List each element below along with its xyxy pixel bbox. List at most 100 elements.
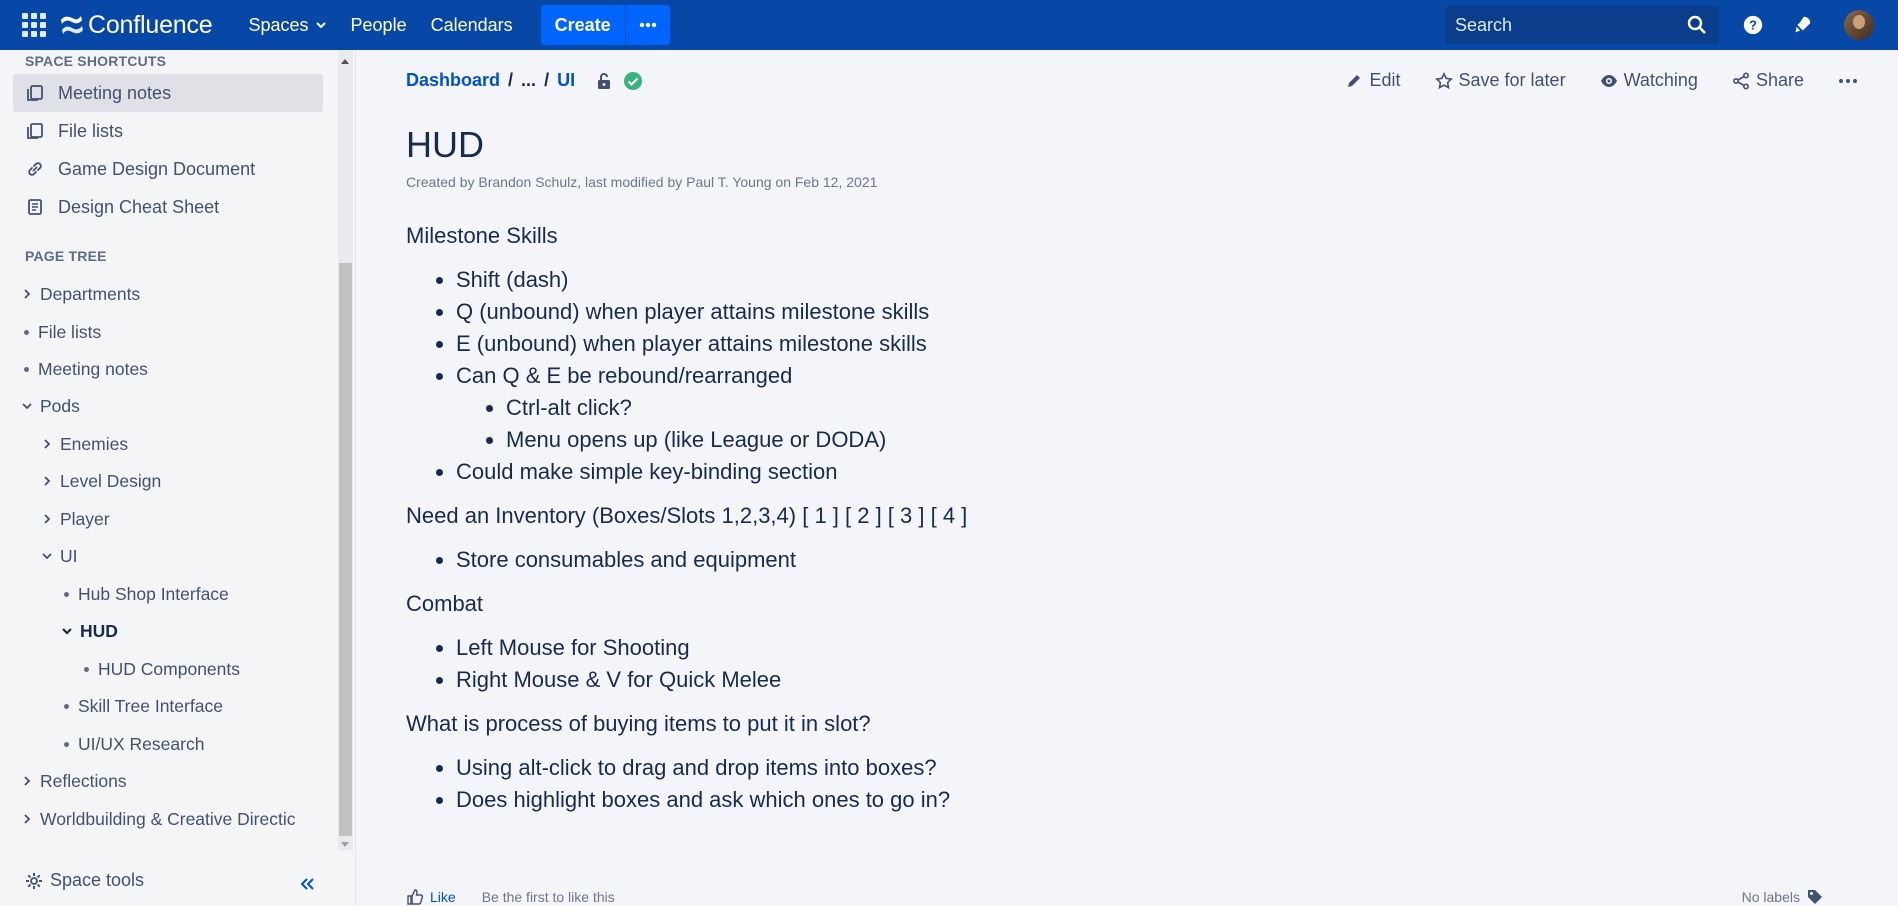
- confluence-logo[interactable]: Confluence: [60, 11, 213, 40]
- tree-item-label: Meeting notes: [38, 358, 148, 379]
- thumbs-up-icon[interactable]: [406, 888, 424, 906]
- nav-spaces[interactable]: Spaces: [236, 8, 338, 42]
- create-button[interactable]: Create: [541, 15, 625, 36]
- tree-item-ui-ux-research[interactable]: UI/UX Research: [60, 729, 204, 759]
- bullet-icon: [24, 329, 29, 335]
- bullet-list: Store consumables and equipment: [406, 544, 1506, 576]
- shortcut-label: Game Design Document: [58, 158, 256, 179]
- tree-item-enemies[interactable]: Enemies: [40, 429, 128, 459]
- tag-icon[interactable]: [1806, 888, 1824, 906]
- nav-people[interactable]: People: [339, 8, 419, 42]
- nav-calendars[interactable]: Calendars: [419, 8, 525, 42]
- tree-item-file-lists[interactable]: File lists: [20, 317, 101, 347]
- tree-item-label: Reflections: [40, 770, 127, 791]
- tree-item-hud[interactable]: HUD: [60, 616, 118, 646]
- tree-item-skill-tree-interface[interactable]: Skill Tree Interface: [60, 691, 223, 721]
- chevron-down-icon[interactable]: [40, 549, 54, 563]
- bullet-icon: [64, 703, 69, 709]
- tree-item-worldbuilding[interactable]: Worldbuilding & Creative Directic: [20, 804, 295, 834]
- like-hint: Be the first to like this: [481, 889, 615, 905]
- shortcut-file-lists[interactable]: File lists: [13, 112, 323, 150]
- edit-label: Edit: [1369, 70, 1401, 90]
- save-for-later-button[interactable]: Save for later: [1434, 70, 1566, 91]
- page-byline: Created by Brandon Schulz, last modified…: [406, 174, 878, 190]
- svg-text:?: ?: [1749, 18, 1757, 33]
- tree-item-level-design[interactable]: Level Design: [40, 466, 161, 496]
- tree-item-pods[interactable]: Pods: [20, 391, 80, 421]
- breadcrumb-dashboard[interactable]: Dashboard: [406, 70, 500, 91]
- space-shortcuts-heading: SPACE SHORTCUTS: [25, 53, 167, 69]
- tree-item-label: UI: [60, 545, 78, 566]
- help-button[interactable]: ?: [1741, 13, 1765, 37]
- chevron-right-icon[interactable]: [40, 437, 54, 451]
- nested-list-item: Menu opens up (like League or DODA): [506, 424, 1506, 456]
- list-item: Could make simple key-binding section: [456, 456, 1506, 488]
- chevron-down-icon[interactable]: [20, 399, 34, 413]
- more-actions-button[interactable]: [1838, 78, 1858, 84]
- share-label: Share: [1755, 70, 1804, 90]
- gear-icon: [26, 872, 42, 889]
- like-button[interactable]: Like: [430, 889, 456, 905]
- breadcrumb-ui[interactable]: UI: [557, 70, 575, 91]
- list-item: Store consumables and equipment: [456, 544, 1506, 576]
- sidebar-scrollbar-thumb[interactable]: [339, 263, 352, 836]
- top-navigation-bar: Confluence Spaces People Calendars Creat…: [0, 0, 1898, 50]
- chevron-right-icon[interactable]: [20, 287, 34, 301]
- create-button-group: Create: [540, 5, 670, 45]
- space-tools-button[interactable]: Space tools: [25, 870, 144, 891]
- tree-item-reflections[interactable]: Reflections: [20, 766, 127, 796]
- tree-item-label: Departments: [40, 283, 141, 304]
- chevron-right-icon[interactable]: [20, 812, 34, 826]
- main-content: Dashboard / ... / UI Edit Save for later…: [356, 50, 1898, 906]
- tree-item-label: Worldbuilding & Creative Directic: [40, 808, 296, 829]
- pencil-icon: [1348, 74, 1361, 87]
- scroll-up-arrow-icon[interactable]: [340, 57, 350, 65]
- watching-button[interactable]: Watching: [1600, 70, 1698, 91]
- chevron-right-icon[interactable]: [40, 512, 54, 526]
- unlock-icon[interactable]: [595, 72, 613, 90]
- app-switcher-icon[interactable]: [22, 13, 46, 37]
- tree-item-hud-components[interactable]: HUD Components: [80, 654, 240, 684]
- create-more-button[interactable]: [624, 5, 670, 45]
- shortcut-meeting-notes[interactable]: Meeting notes: [13, 74, 323, 112]
- notifications-button[interactable]: [1790, 13, 1814, 37]
- list-item: Q (unbound) when player attains mileston…: [456, 296, 1506, 328]
- tree-item-departments[interactable]: Departments: [20, 279, 140, 309]
- section-heading: What is process of buying items to put i…: [406, 711, 871, 736]
- chevron-down-icon: [315, 22, 326, 29]
- avatar[interactable]: [1844, 10, 1874, 40]
- link-icon: [28, 162, 42, 176]
- tree-item-meeting-notes[interactable]: Meeting notes: [20, 354, 148, 384]
- primary-nav: Spaces People Calendars: [236, 8, 524, 42]
- tree-item-label: Pods: [40, 395, 80, 416]
- scroll-down-arrow-icon[interactable]: [340, 841, 350, 849]
- check-circle-icon[interactable]: [623, 71, 643, 91]
- copy-icon: [27, 85, 43, 101]
- tree-item-label: Level Design: [60, 470, 162, 491]
- tree-item-hub-shop-interface[interactable]: Hub Shop Interface: [60, 579, 229, 609]
- shortcut-design-cheat-sheet[interactable]: Design Cheat Sheet: [13, 188, 323, 226]
- list-item: Does highlight boxes and ask which ones …: [456, 784, 1506, 816]
- breadcrumb-ellipsis[interactable]: ...: [521, 70, 536, 91]
- collapse-sidebar-icon[interactable]: [298, 877, 316, 891]
- chevron-right-icon[interactable]: [20, 774, 34, 788]
- nested-list-item: Ctrl-alt click?: [506, 392, 1506, 424]
- star-icon: [1434, 71, 1453, 89]
- chevron-down-icon[interactable]: [60, 624, 74, 638]
- search-icon[interactable]: [1687, 15, 1707, 35]
- section-heading: Combat: [406, 591, 484, 616]
- bullet-icon: [84, 666, 89, 672]
- nav-spaces-label: Spaces: [248, 14, 309, 35]
- save-for-later-label: Save for later: [1458, 70, 1566, 90]
- shortcut-game-design-document[interactable]: Game Design Document: [13, 150, 323, 188]
- chevron-right-icon[interactable]: [40, 474, 54, 488]
- bullet-list: Using alt-click to drag and drop items i…: [406, 752, 1506, 816]
- shortcut-label: File lists: [58, 120, 124, 141]
- notifications-icon: [1795, 16, 1811, 33]
- share-button[interactable]: Share: [1732, 70, 1804, 91]
- search-input[interactable]: [1445, 14, 1675, 36]
- tree-item-ui[interactable]: UI: [40, 541, 78, 571]
- tree-item-player[interactable]: Player: [40, 504, 110, 534]
- edit-button[interactable]: Edit: [1345, 70, 1401, 91]
- page-title: HUD: [406, 124, 484, 165]
